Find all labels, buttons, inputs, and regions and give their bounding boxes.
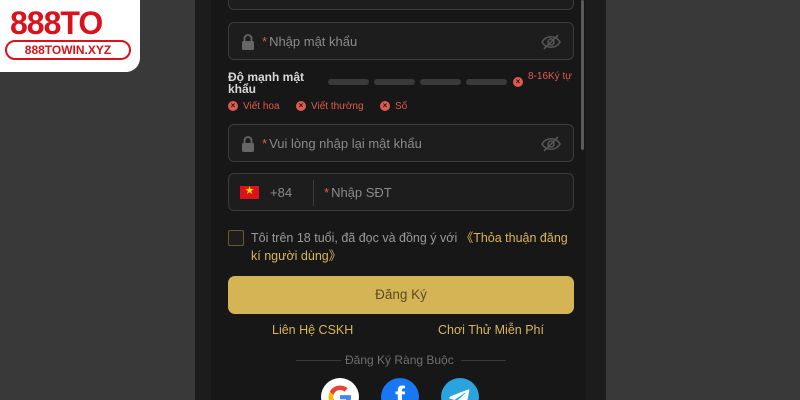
facebook-login-button[interactable]: f	[381, 378, 419, 400]
lock-icon	[242, 136, 254, 152]
agreement-statement: Tôi trên 18 tuổi, đã đọc và đồng ý với	[251, 231, 458, 245]
logo-domain: 888TOWIN.XYZ	[5, 40, 131, 60]
strength-bar	[328, 79, 369, 85]
password-placeholder: Nhập mật khẩu	[269, 34, 358, 49]
confirm-password-placeholder: Vui lòng nhập lại mật khẩu	[269, 136, 422, 151]
password-field[interactable]: * Nhập mật khẩu	[228, 22, 574, 60]
telegram-icon	[449, 389, 470, 400]
backdrop-right	[606, 0, 800, 400]
agreement-checkbox[interactable]	[228, 230, 244, 246]
eye-off-icon[interactable]	[541, 34, 561, 50]
contact-support-link[interactable]: Liên Hệ CSKH	[272, 323, 353, 337]
social-bind-label: Đăng Ký Ràng Buộc	[345, 353, 454, 367]
required-mark: *	[262, 136, 268, 151]
required-mark: *	[262, 34, 268, 49]
free-trial-link[interactable]: Chơi Thử Miễn Phí	[438, 323, 544, 337]
rule-uppercase-label: Viết hoa	[243, 101, 280, 112]
x-circle-icon: ×	[228, 101, 238, 112]
eye-off-icon[interactable]	[541, 136, 561, 152]
rule-uppercase: × Viết hoa	[228, 101, 280, 112]
logo-text: 888TO	[10, 5, 103, 41]
register-button[interactable]: Đăng Ký	[228, 276, 574, 314]
phone-placeholder: Nhập SĐT	[331, 185, 392, 200]
rule-lowercase-label: Viết thường	[311, 101, 364, 112]
confirm-password-field[interactable]: * Vui lòng nhập lại mật khẩu	[228, 124, 574, 162]
rule-lowercase: × Viết thường	[296, 101, 364, 112]
dial-code[interactable]: +84	[270, 185, 292, 200]
google-login-button[interactable]	[321, 378, 359, 400]
agreement-text: Tôi trên 18 tuổi, đã đọc và đồng ý với 《…	[251, 229, 576, 265]
scrollbar[interactable]	[581, 0, 584, 150]
telegram-login-button[interactable]	[441, 378, 479, 400]
rule-number-label: Số	[395, 101, 408, 112]
phone-field[interactable]: ★ +84 * Nhập SĐT	[228, 173, 574, 211]
strength-bar	[466, 79, 507, 85]
vietnam-flag-icon[interactable]: ★	[240, 185, 259, 199]
phone-input[interactable]: * Nhập SĐT	[324, 185, 392, 200]
x-circle-icon: ×	[380, 101, 390, 112]
strength-bar	[420, 79, 461, 85]
facebook-icon: f	[395, 381, 405, 400]
google-icon	[328, 385, 351, 400]
brand-logo: 888TO 888TOWIN.XYZ	[0, 0, 140, 72]
rule-number: × Số	[380, 101, 407, 112]
divider	[461, 360, 506, 361]
star-icon: ★	[244, 185, 255, 197]
password-strength-label: Độ mạnh mật khẩu	[228, 70, 305, 96]
length-requirement-text: 8-16Ký tự	[528, 71, 572, 82]
x-circle-icon: ×	[513, 77, 523, 87]
x-circle-icon: ×	[296, 101, 306, 112]
confirm-password-input[interactable]: * Vui lòng nhập lại mật khẩu	[262, 136, 422, 151]
previous-field[interactable]	[228, 0, 574, 10]
password-input[interactable]: * Nhập mật khẩu	[262, 34, 357, 49]
strength-bar	[374, 79, 415, 85]
lock-icon	[242, 34, 254, 50]
divider	[313, 180, 314, 206]
divider	[296, 360, 341, 361]
required-mark: *	[324, 185, 330, 200]
